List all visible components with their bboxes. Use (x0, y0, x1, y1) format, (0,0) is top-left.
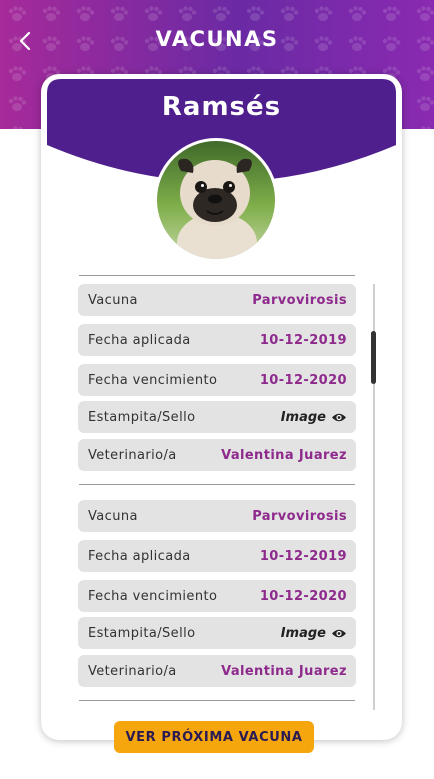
veterinarian-value: Valentina Juarez (221, 447, 347, 463)
divider (79, 700, 355, 701)
vaccine-value: Parvovirosis (252, 292, 347, 308)
next-vaccine-button[interactable]: VER PRÓXIMA VACUNA (114, 721, 314, 753)
view-stamp-button[interactable]: Image (281, 410, 347, 425)
expiry-date-label: Fecha vencimiento (88, 588, 218, 604)
pet-name: Ramsés (161, 92, 282, 122)
expiry-date-value: 10-12-2020 (259, 372, 347, 388)
row-applied-date: Fecha aplicada 10-12-2019 (78, 324, 356, 356)
applied-date-value: 10-12-2019 (259, 548, 347, 564)
row-expiry-date: Fecha vencimiento 10-12-2020 (78, 364, 356, 396)
pet-avatar (154, 138, 278, 262)
row-vaccine: Vacuna Parvovirosis (78, 500, 356, 532)
vaccine-value: Parvovirosis (252, 508, 347, 524)
stamp-label: Estampita/Sello (88, 625, 196, 641)
vaccine-label: Vacuna (88, 292, 138, 308)
row-stamp: Estampita/Sello Image (78, 401, 356, 433)
stamp-label: Estampita/Sello (88, 409, 196, 425)
vaccine-label: Vacuna (88, 508, 138, 524)
eye-icon (332, 413, 346, 421)
row-veterinarian: Veterinario/a Valentina Juarez (78, 439, 356, 471)
divider (79, 275, 355, 276)
expiry-date-value: 10-12-2020 (259, 588, 347, 604)
row-expiry-date: Fecha vencimiento 10-12-2020 (78, 580, 356, 612)
expiry-date-label: Fecha vencimiento (88, 372, 218, 388)
row-stamp: Estampita/Sello Image (78, 617, 356, 649)
view-stamp-button[interactable]: Image (281, 626, 347, 641)
stamp-image-text: Image (280, 409, 326, 425)
veterinarian-label: Veterinario/a (88, 663, 177, 679)
applied-date-value: 10-12-2019 (259, 332, 347, 348)
scrollbar-thumb[interactable] (371, 331, 376, 384)
page-title: VACUNAS (155, 27, 279, 51)
applied-date-label: Fecha aplicada (88, 332, 191, 348)
veterinarian-label: Veterinario/a (88, 447, 177, 463)
veterinarian-value: Valentina Juarez (221, 663, 347, 679)
eye-icon (332, 629, 346, 637)
pug-photo (157, 141, 275, 259)
divider (79, 484, 355, 485)
row-veterinarian: Veterinario/a Valentina Juarez (78, 655, 356, 687)
stamp-image-text: Image (280, 625, 326, 641)
row-applied-date: Fecha aplicada 10-12-2019 (78, 540, 356, 572)
row-vaccine: Vacuna Parvovirosis (78, 284, 356, 316)
applied-date-label: Fecha aplicada (88, 548, 191, 564)
